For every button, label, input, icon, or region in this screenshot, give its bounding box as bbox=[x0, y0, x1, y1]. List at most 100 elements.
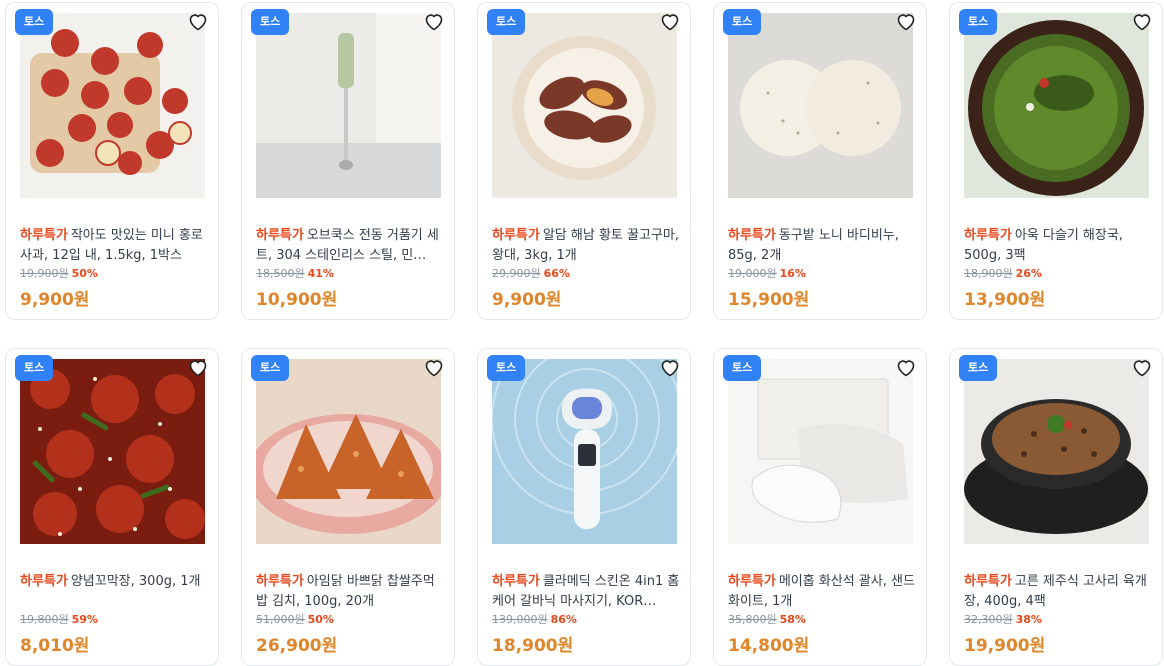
price-info: 19,900원 50% bbox=[20, 267, 98, 281]
original-price: 19,900원 bbox=[20, 267, 69, 280]
product-card[interactable]: 토스 하루특가 메이홉 화산석 괄사, 샌드 화이트, 1개 35,800원 58%… bbox=[713, 348, 927, 666]
product-card[interactable]: 토스 하루특가 양념꼬막장, 300g, 1개 19,800원 59% 8,010원 bbox=[5, 348, 219, 666]
product-title[interactable]: 하루특가 아임닭 바쁘닭 찹쌀주먹밥 김치, 100g, 20개 bbox=[256, 572, 446, 612]
discount-rate: 26% bbox=[1015, 267, 1042, 280]
discount-rate: 59% bbox=[71, 613, 98, 626]
product-title[interactable]: 하루특가 오브쿡스 전동 거품기 세트, 304 스테인리스 스틸, 민… bbox=[256, 226, 446, 266]
price-info: 51,000원 50% bbox=[256, 613, 334, 627]
heart-icon[interactable] bbox=[422, 355, 446, 379]
sale-price: 9,900원 bbox=[492, 290, 562, 310]
deal-tag: 하루특가 bbox=[492, 228, 540, 243]
deal-tag: 하루특가 bbox=[964, 228, 1012, 243]
product-title[interactable]: 하루특가 클라메딕 스킨온 4in1 홈케어 갈바닉 마사지기, KOR… bbox=[492, 572, 682, 612]
original-price: 51,000원 bbox=[256, 613, 305, 626]
sale-price: 15,900원 bbox=[728, 290, 810, 310]
original-price: 19,000원 bbox=[728, 267, 777, 280]
toss-badge: 토스 bbox=[959, 355, 998, 381]
sale-price: 14,800원 bbox=[728, 636, 810, 656]
original-price: 19,800원 bbox=[20, 613, 69, 626]
product-image[interactable] bbox=[20, 13, 205, 198]
product-image[interactable] bbox=[492, 359, 677, 544]
discount-rate: 50% bbox=[307, 613, 334, 626]
product-title[interactable]: 하루특가 양념꼬막장, 300g, 1개 bbox=[20, 572, 210, 612]
price-info: 35,800원 58% bbox=[728, 613, 806, 627]
sale-price: 18,900원 bbox=[492, 636, 574, 656]
product-card[interactable]: 토스 하루특가 오브쿡스 전동 거품기 세트, 304 스테인리스 스틸, 민… … bbox=[241, 2, 455, 320]
heart-icon[interactable] bbox=[422, 9, 446, 33]
deal-tag: 하루특가 bbox=[728, 574, 776, 589]
deal-tag: 하루특가 bbox=[964, 574, 1012, 589]
original-price: 139,000원 bbox=[492, 613, 548, 626]
toss-badge: 토스 bbox=[251, 355, 290, 381]
product-title[interactable]: 하루특가 작아도 맛있는 미니 홍로사과, 12입 내, 1.5kg, 1박스 bbox=[20, 226, 210, 266]
toss-badge: 토스 bbox=[15, 355, 54, 381]
product-title[interactable]: 하루특가 메이홉 화산석 괄사, 샌드 화이트, 1개 bbox=[728, 572, 918, 612]
deal-tag: 하루특가 bbox=[20, 228, 68, 243]
discount-rate: 86% bbox=[550, 613, 577, 626]
original-price: 35,800원 bbox=[728, 613, 777, 626]
discount-rate: 16% bbox=[779, 267, 806, 280]
heart-icon[interactable] bbox=[186, 355, 210, 379]
deal-tag: 하루특가 bbox=[256, 574, 304, 589]
discount-rate: 66% bbox=[543, 267, 570, 280]
sale-price: 9,900원 bbox=[20, 290, 90, 310]
product-card[interactable]: 토스 하루특가 아임닭 바쁘닭 찹쌀주먹밥 김치, 100g, 20개 51,00… bbox=[241, 348, 455, 666]
sale-price: 13,900원 bbox=[964, 290, 1046, 310]
deal-tag: 하루특가 bbox=[20, 574, 68, 589]
deal-tag: 하루특가 bbox=[256, 228, 304, 243]
sale-price: 26,900원 bbox=[256, 636, 338, 656]
product-image[interactable] bbox=[964, 359, 1149, 544]
toss-badge: 토스 bbox=[251, 9, 290, 35]
deal-tag: 하루특가 bbox=[728, 228, 776, 243]
product-card[interactable]: 토스 하루특가 아욱 다슬기 해장국, 500g, 3팩 18,900원 26% 1… bbox=[949, 2, 1163, 320]
product-card[interactable]: 토스 하루특가 클라메딕 스킨온 4in1 홈케어 갈바닉 마사지기, KOR… … bbox=[477, 348, 691, 666]
original-price: 18,500원 bbox=[256, 267, 305, 280]
product-image[interactable] bbox=[20, 359, 205, 544]
product-card[interactable]: 토스 하루특가 동구밭 노니 바디비누, 85g, 2개 19,000원 16% 1… bbox=[713, 2, 927, 320]
product-title[interactable]: 하루특가 아욱 다슬기 해장국, 500g, 3팩 bbox=[964, 226, 1154, 266]
price-info: 32,300원 38% bbox=[964, 613, 1042, 627]
price-info: 19,000원 16% bbox=[728, 267, 806, 281]
sale-price: 10,900원 bbox=[256, 290, 338, 310]
product-title[interactable]: 하루특가 동구밭 노니 바디비누, 85g, 2개 bbox=[728, 226, 918, 266]
product-image[interactable] bbox=[964, 13, 1149, 198]
original-price: 18,900원 bbox=[964, 267, 1013, 280]
heart-icon[interactable] bbox=[894, 355, 918, 379]
product-title[interactable]: 하루특가 고른 제주식 고사리 육개장, 400g, 4팩 bbox=[964, 572, 1154, 612]
original-price: 32,300원 bbox=[964, 613, 1013, 626]
sale-price: 19,900원 bbox=[964, 636, 1046, 656]
product-title[interactable]: 하루특가 알담 해남 황토 꿀고구마, 왕대, 3kg, 1개 bbox=[492, 226, 682, 266]
toss-badge: 토스 bbox=[487, 355, 526, 381]
product-card[interactable]: 토스 하루특가 알담 해남 황토 꿀고구마, 왕대, 3kg, 1개 29,900… bbox=[477, 2, 691, 320]
price-info: 19,800원 59% bbox=[20, 613, 98, 627]
price-info: 18,500원 41% bbox=[256, 267, 334, 281]
discount-rate: 38% bbox=[1015, 613, 1042, 626]
sale-price: 8,010원 bbox=[20, 636, 90, 656]
discount-rate: 58% bbox=[779, 613, 806, 626]
original-price: 29,900원 bbox=[492, 267, 541, 280]
discount-rate: 50% bbox=[71, 267, 98, 280]
product-image[interactable] bbox=[728, 359, 913, 544]
product-card[interactable]: 토스 하루특가 작아도 맛있는 미니 홍로사과, 12입 내, 1.5kg, 1박… bbox=[5, 2, 219, 320]
heart-icon[interactable] bbox=[658, 355, 682, 379]
product-image[interactable] bbox=[492, 13, 677, 198]
toss-badge: 토스 bbox=[959, 9, 998, 35]
deal-tag: 하루특가 bbox=[492, 574, 540, 589]
price-info: 29,900원 66% bbox=[492, 267, 570, 281]
product-image[interactable] bbox=[256, 13, 441, 198]
product-card[interactable]: 토스 하루특가 고른 제주식 고사리 육개장, 400g, 4팩 32,300원 3… bbox=[949, 348, 1163, 666]
price-info: 18,900원 26% bbox=[964, 267, 1042, 281]
heart-icon[interactable] bbox=[894, 9, 918, 33]
toss-badge: 토스 bbox=[723, 9, 762, 35]
heart-icon[interactable] bbox=[658, 9, 682, 33]
product-name: 양념꼬막장, 300g, 1개 bbox=[70, 574, 201, 589]
price-info: 139,000원 86% bbox=[492, 613, 577, 627]
heart-icon[interactable] bbox=[1130, 9, 1154, 33]
toss-badge: 토스 bbox=[15, 9, 54, 35]
product-image[interactable] bbox=[728, 13, 913, 198]
heart-icon[interactable] bbox=[186, 9, 210, 33]
toss-badge: 토스 bbox=[723, 355, 762, 381]
product-image[interactable] bbox=[256, 359, 441, 544]
heart-icon[interactable] bbox=[1130, 355, 1154, 379]
toss-badge: 토스 bbox=[487, 9, 526, 35]
